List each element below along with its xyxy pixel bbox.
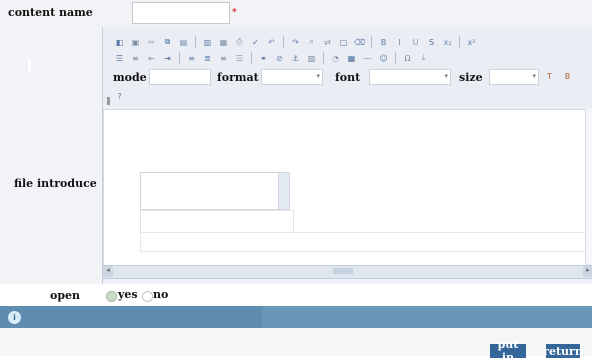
toolbar-separator [283,36,284,48]
align-left-icon[interactable]: ≡ [185,52,198,64]
mode-select[interactable] [149,69,211,85]
italic-icon[interactable]: I [393,36,406,48]
file-introduce-label: file introduce [14,177,97,190]
cut-icon[interactable]: ✂ [145,36,158,48]
special-char-icon[interactable]: Ω [401,52,414,64]
link-icon[interactable]: ⚭ [257,52,270,64]
scroll-right-icon[interactable]: ▸ [583,266,592,277]
toolbar-separator [179,52,180,64]
info-icon: i [8,311,21,324]
font-label: font [335,71,361,84]
align-center-icon[interactable]: ≣ [201,52,214,64]
open-yes-radio[interactable] [106,291,117,302]
chevron-down-icon: ▾ [316,72,320,80]
open-no-radio[interactable] [142,291,153,302]
embedded-field [140,210,294,234]
copy-icon[interactable]: ⧉ [161,36,174,48]
paste-text-icon[interactable]: ▥ [201,36,214,48]
unlink-icon[interactable]: ⊘ [273,52,286,64]
paste-word-icon[interactable]: ▦ [217,36,230,48]
smiley-icon[interactable]: ☺ [377,52,390,64]
toolbar-separator [459,36,460,48]
align-right-icon[interactable]: ≡ [217,52,230,64]
toolbar-separator [395,52,396,64]
page-break-icon[interactable]: ⤓ [417,52,430,64]
banner-highlight [262,306,592,328]
open-no-label: no [153,288,169,301]
text-color-icon[interactable]: T [543,70,556,82]
embedded-textbox[interactable] [140,172,290,210]
strike-icon[interactable]: S [425,36,438,48]
format-label: format [217,71,259,84]
content-name-row: content name * [0,0,592,27]
underline-icon[interactable]: U [409,36,422,48]
image-icon[interactable]: ▨ [305,52,318,64]
content-name-label: content name [8,6,93,19]
toolbar-separator [251,52,252,64]
textbox-scrollbar[interactable] [278,173,289,209]
section-banner: i [0,306,592,328]
flash-icon[interactable]: ◔ [329,52,342,64]
find-icon[interactable]: ⌕ [305,36,318,48]
chevron-down-icon: ▾ [444,72,448,80]
toolbar-separator [195,36,196,48]
font-select[interactable]: ▾ [369,69,451,85]
open-row: open yes no [0,284,592,306]
background-color-icon[interactable]: B [561,70,574,82]
toolbar-row-1: ◧ ▣ ✂ ⧉ ▤ ▥ ▦ ⎙ ✓ ↶ ↷ ⌕ ⇄ ▢ ⌫ B I U Sx₂ x² [113,35,478,49]
size-select[interactable]: ▾ [489,69,539,85]
open-label: open [50,289,81,302]
format-select[interactable]: ▾ [261,69,323,85]
scroll-left-icon[interactable]: ◂ [103,266,113,277]
label-column: file introduce [0,27,102,284]
outdent-icon[interactable]: ⇤ [145,52,158,64]
print-icon[interactable]: ⎙ [233,36,246,48]
paste-icon[interactable]: ▤ [177,36,190,48]
chevron-down-icon: ▾ [532,72,536,80]
spellcheck-icon[interactable]: ✓ [249,36,262,48]
subscript-icon[interactable]: x₂ [441,36,454,48]
content-name-input[interactable] [132,2,230,24]
toolbar-collapse-handle[interactable] [107,97,110,105]
source-icon[interactable]: ◧ [113,36,126,48]
rich-text-editor: ◧ ▣ ✂ ⧉ ▤ ▥ ▦ ⎙ ✓ ↶ ↷ ⌕ ⇄ ▢ ⌫ B I U Sx₂ x² ☰ ≡ ⇤ ⇥ ≡ ≣ ≡ ☰ ⚭ ⊘ ⚓ ▨ ◔ ▦ ― ☺… [102,27,592,284]
undo-icon[interactable]: ↶ [265,36,278,48]
preview-icon[interactable]: ▣ [129,36,142,48]
remove-format-icon[interactable]: ⌫ [353,36,366,48]
editor-toolbar: ◧ ▣ ✂ ⧉ ▤ ▥ ▦ ⎙ ✓ ↶ ↷ ⌕ ⇄ ▢ ⌫ B I U Sx₂ x² ☰ ≡ ⇤ ⇥ ≡ ≣ ≡ ☰ ⚭ ⊘ ⚓ ▨ ◔ ▦ ― ☺… [103,27,592,107]
bold-icon[interactable]: B [377,36,390,48]
unordered-list-icon[interactable]: ≡ [129,52,142,64]
indent-icon[interactable]: ⇥ [161,52,174,64]
label-marker [28,59,31,73]
toolbar-row-2: ☰ ≡ ⇤ ⇥ ≡ ≣ ≡ ☰ ⚭ ⊘ ⚓ ▨ ◔ ▦ ― ☺ Ω ⤓ [113,51,430,65]
anchor-icon[interactable]: ⚓ [289,52,302,64]
editor-horizontal-scrollbar[interactable]: ◂ ▸ [103,265,592,279]
form-footer: put in return [0,328,592,364]
redo-icon[interactable]: ↷ [289,36,302,48]
ordered-list-icon[interactable]: ☰ [113,52,126,64]
toolbar-selects: mode format ▾ font ▾ size ▾ T B [113,69,592,85]
justify-icon[interactable]: ☰ [233,52,246,64]
about-icon[interactable]: ? [113,90,126,102]
open-yes-label: yes [118,288,138,301]
editor-vertical-scrollbar[interactable] [585,109,592,264]
size-label: size [459,71,483,84]
mode-label: mode [113,71,147,84]
superscript-icon[interactable]: x² [465,36,478,48]
table-icon[interactable]: ▦ [345,52,358,64]
toolbar-separator [371,36,372,48]
rule-icon[interactable]: ― [361,52,374,64]
replace-icon[interactable]: ⇄ [321,36,334,48]
toolbar-row-3: ? [113,89,126,103]
toolbar-separator [323,52,324,64]
required-mark: * [232,8,237,18]
embedded-line [140,232,586,252]
scroll-thumb[interactable] [333,268,353,274]
editor-content-area[interactable] [103,109,587,266]
select-all-icon[interactable]: ▢ [337,36,350,48]
